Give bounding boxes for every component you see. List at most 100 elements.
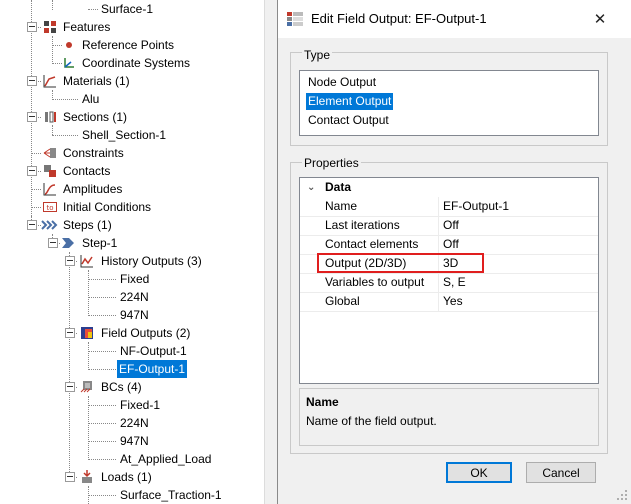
tree-item-reference-points[interactable]: Reference Points <box>0 36 264 54</box>
tree-line <box>88 9 98 10</box>
tree-line <box>88 279 116 280</box>
close-icon: ✕ <box>593 11 607 28</box>
tree-item-label: NF-Output-1 <box>120 344 187 358</box>
tree-item-bc-224n[interactable]: 224N <box>0 414 264 432</box>
tree-item-label: Alu <box>82 92 100 106</box>
property-row-variables-to-output[interactable]: Variables to output S, E <box>300 273 598 293</box>
resize-grip-icon[interactable] <box>616 489 628 501</box>
tree-item-surface-traction[interactable]: Surface_Traction-1 <box>0 486 264 504</box>
collapse-toggle[interactable] <box>65 256 75 266</box>
property-row-last-iterations[interactable]: Last iterations Off <box>300 216 598 236</box>
tree-item-constraints[interactable]: Constraints <box>0 144 264 162</box>
history-output-icon <box>80 255 93 268</box>
highlight-annotation-box <box>317 253 484 273</box>
collapse-toggle[interactable] <box>48 238 58 248</box>
tree-item-bc-applied-load[interactable]: At_Applied_Load <box>0 450 264 468</box>
tree-item-ef-output[interactable]: EF-Output-1 <box>0 360 264 378</box>
collapse-toggle[interactable] <box>65 472 75 482</box>
field-output-icon <box>81 327 93 339</box>
tree-item-bc-fixed[interactable]: Fixed-1 <box>0 396 264 414</box>
tree-item-loads[interactable]: Loads (1) <box>0 468 264 486</box>
tree-item-label: Constraints <box>63 146 124 160</box>
tree-item-steps[interactable]: Steps (1) <box>0 216 264 234</box>
property-key: Contact elements <box>325 237 419 251</box>
tree-item-history-fixed[interactable]: Fixed <box>0 270 264 288</box>
property-key: Last iterations <box>325 218 400 232</box>
tree-item-history-224n[interactable]: 224N <box>0 288 264 306</box>
tree-item-label: At_Applied_Load <box>120 452 212 466</box>
tree-item-label-selected: EF-Output-1 <box>117 360 188 378</box>
collapse-toggle[interactable] <box>27 112 37 122</box>
step-icon <box>62 238 74 248</box>
dialog-title: Edit Field Output: EF-Output-1 <box>311 11 487 26</box>
tree-item-label: 224N <box>120 416 149 430</box>
tree-line <box>88 369 116 370</box>
coordinate-system-icon <box>64 58 74 68</box>
constraints-icon <box>43 148 56 158</box>
description-text: Name of the field output. <box>306 414 437 428</box>
close-button[interactable]: ✕ <box>588 8 612 32</box>
type-option-contact-output[interactable]: Contact Output <box>306 112 391 129</box>
tree-item-history-947n[interactable]: 947N <box>0 306 264 324</box>
property-row-contact-elements[interactable]: Contact elements Off <box>300 235 598 255</box>
tree-line <box>88 297 116 298</box>
dialog-titlebar[interactable]: Edit Field Output: EF-Output-1 ✕ <box>278 0 631 38</box>
tree-item-features[interactable]: Features <box>0 18 264 36</box>
property-value[interactable]: Off <box>443 235 459 254</box>
tree-item-step-1[interactable]: Step-1 <box>0 234 264 252</box>
tree-item-label: Surface_Traction-1 <box>120 488 222 502</box>
ok-button[interactable]: OK <box>446 462 512 483</box>
collapse-toggle[interactable] <box>65 382 75 392</box>
property-value[interactable]: S, E <box>443 273 466 292</box>
property-value[interactable]: EF-Output-1 <box>443 197 509 216</box>
tree-item-label: Reference Points <box>82 38 175 52</box>
tree-item-sections[interactable]: Sections (1) <box>0 108 264 126</box>
initial-conditions-icon: to <box>43 202 57 212</box>
expand-toggle[interactable] <box>27 166 37 176</box>
cancel-button[interactable]: Cancel <box>526 462 596 483</box>
property-value[interactable]: Yes <box>443 292 463 311</box>
tree-item-surface[interactable]: Surface-1 <box>0 0 264 18</box>
tree-item-label: Fixed <box>120 272 150 286</box>
model-tree[interactable]: Surface-1 Features Reference Points Coor… <box>0 0 264 504</box>
tree-item-label: Loads (1) <box>101 470 152 484</box>
property-grid[interactable]: ⌄ Data Name EF-Output-1 Last iterations … <box>299 177 599 384</box>
tree-item-history-outputs[interactable]: History Outputs (3) <box>0 252 264 270</box>
description-title: Name <box>306 395 339 409</box>
tree-line <box>88 441 116 442</box>
tree-item-shell-section[interactable]: Shell_Section-1 <box>0 126 264 144</box>
tree-line <box>88 459 116 460</box>
collapse-toggle[interactable] <box>27 220 37 230</box>
collapse-toggle[interactable] <box>27 76 37 86</box>
tree-item-bc-947n[interactable]: 947N <box>0 432 264 450</box>
tree-item-material-alu[interactable]: Alu <box>0 90 264 108</box>
tree-line <box>52 135 78 136</box>
tree-item-label: Fixed-1 <box>120 398 161 412</box>
property-value[interactable]: Off <box>443 216 459 235</box>
collapse-toggle[interactable] <box>65 328 75 338</box>
type-list[interactable]: Node Output Element Output Contact Outpu… <box>299 70 599 136</box>
chevron-down-icon[interactable]: ⌄ <box>307 178 315 197</box>
tree-line <box>31 153 41 154</box>
tree-item-bcs[interactable]: BCs (4) <box>0 378 264 396</box>
type-option-element-output[interactable]: Element Output <box>306 93 394 110</box>
tree-item-field-outputs[interactable]: Field Outputs (2) <box>0 324 264 342</box>
tree-item-initial-conditions[interactable]: to Initial Conditions <box>0 198 264 216</box>
tree-item-label: Shell_Section-1 <box>82 128 167 142</box>
tree-line <box>31 189 41 190</box>
property-row-global[interactable]: Global Yes <box>300 292 598 312</box>
property-category-data[interactable]: ⌄ Data <box>300 178 598 197</box>
tree-item-nf-output[interactable]: NF-Output-1 <box>0 342 264 360</box>
tree-line <box>88 351 116 352</box>
tree-item-coordinate-systems[interactable]: Coordinate Systems <box>0 54 264 72</box>
tree-item-materials[interactable]: Materials (1) <box>0 72 264 90</box>
tree-item-label: 224N <box>120 290 149 304</box>
tree-line <box>88 495 116 496</box>
collapse-toggle[interactable] <box>27 22 37 32</box>
type-option-node-output[interactable]: Node Output <box>306 74 378 91</box>
property-row-name[interactable]: Name EF-Output-1 <box>300 197 598 217</box>
tree-item-amplitudes[interactable]: Amplitudes <box>0 180 264 198</box>
tree-line <box>88 405 116 406</box>
tree-item-contacts[interactable]: Contacts <box>0 162 264 180</box>
contacts-icon <box>44 165 56 177</box>
